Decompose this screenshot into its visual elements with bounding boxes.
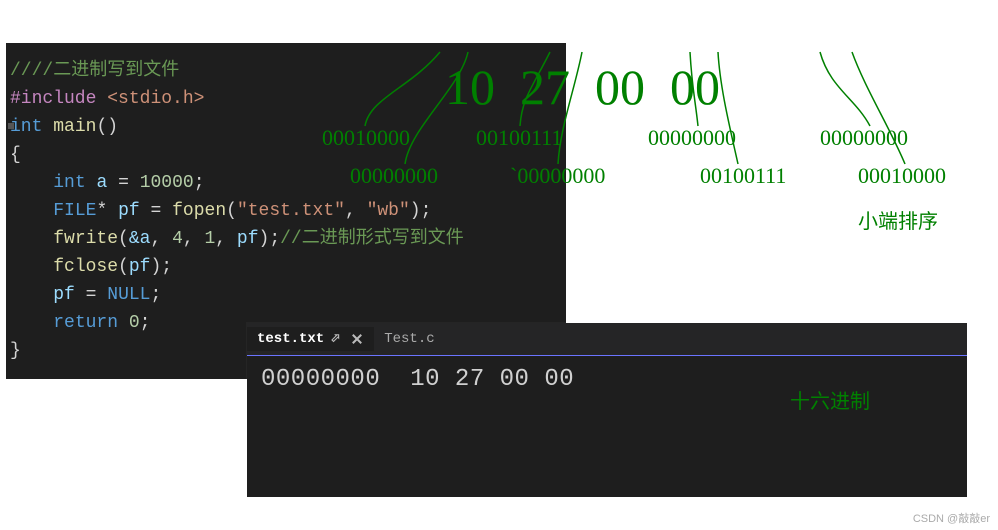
- hex-byte-2: 00: [595, 59, 645, 115]
- bin-r1-2: 00000000: [648, 125, 736, 151]
- hex-offset: 00000000: [261, 366, 380, 393]
- tab-test-txt-label: test.txt: [257, 331, 324, 347]
- tab-test-c[interactable]: Test.c: [374, 327, 444, 351]
- tab-test-txt[interactable]: test.txt: [247, 327, 374, 351]
- kw-int: int: [10, 117, 42, 137]
- include-keyword: #include: [10, 89, 96, 109]
- hex-tab-bar: test.txt Test.c: [247, 323, 967, 356]
- type-file: FILE: [53, 201, 96, 221]
- tab-test-c-label: Test.c: [384, 331, 434, 347]
- include-header: <stdio.h>: [107, 89, 204, 109]
- var-pf-2: pf: [53, 285, 75, 305]
- bin-r1-0: 00010000: [322, 125, 410, 151]
- bin-r1-3: 00000000: [820, 125, 908, 151]
- fopen-arg1: "test.txt": [237, 201, 345, 221]
- hex-bytes: 10 27 00 00: [410, 366, 574, 393]
- bin-r2-3: 00010000: [858, 163, 946, 189]
- kw-int-2: int: [53, 173, 85, 193]
- hex-byte-0: 10: [445, 59, 495, 115]
- kw-return: return: [53, 313, 118, 333]
- fopen-arg2: "wb": [367, 201, 410, 221]
- var-a: a: [96, 173, 107, 193]
- return-val: 0: [129, 313, 140, 333]
- bin-r2-0: 00000000: [350, 163, 438, 189]
- fn-fclose: fclose: [53, 257, 118, 277]
- watermark: CSDN @敲敲er: [913, 510, 990, 526]
- fn-fwrite: fwrite: [53, 229, 118, 249]
- close-icon[interactable]: [350, 332, 364, 346]
- fwrite-arg-pf: pf: [237, 229, 259, 249]
- bin-r2-2: 00100111: [700, 163, 786, 189]
- var-pf: pf: [118, 201, 140, 221]
- code-comment-top: ////二进制写到文件: [10, 61, 179, 81]
- pin-icon[interactable]: [330, 332, 344, 346]
- bin-r2-1: `00000000: [510, 163, 605, 189]
- hex-bytes-header: 10 27 00 00: [420, 0, 720, 116]
- fwrite-arg-a: &a: [129, 229, 151, 249]
- annotation-little-endian: 小端排序: [858, 205, 938, 234]
- hex-byte-1: 27: [520, 59, 570, 115]
- fwrite-arg-4: 4: [172, 229, 183, 249]
- bin-r1-1: 00100111: [476, 125, 562, 151]
- annotation-hex: 十六进制: [790, 385, 870, 414]
- val-10000: 10000: [140, 173, 194, 193]
- kw-null: NULL: [107, 285, 150, 305]
- fold-icon[interactable]: [8, 123, 14, 129]
- hex-byte-3: 00: [670, 59, 720, 115]
- fwrite-comment: //二进制形式写到文件: [280, 229, 464, 249]
- fwrite-arg-1: 1: [204, 229, 215, 249]
- fclose-arg-pf: pf: [129, 257, 151, 277]
- fn-main: main: [53, 117, 96, 137]
- fn-fopen: fopen: [172, 201, 226, 221]
